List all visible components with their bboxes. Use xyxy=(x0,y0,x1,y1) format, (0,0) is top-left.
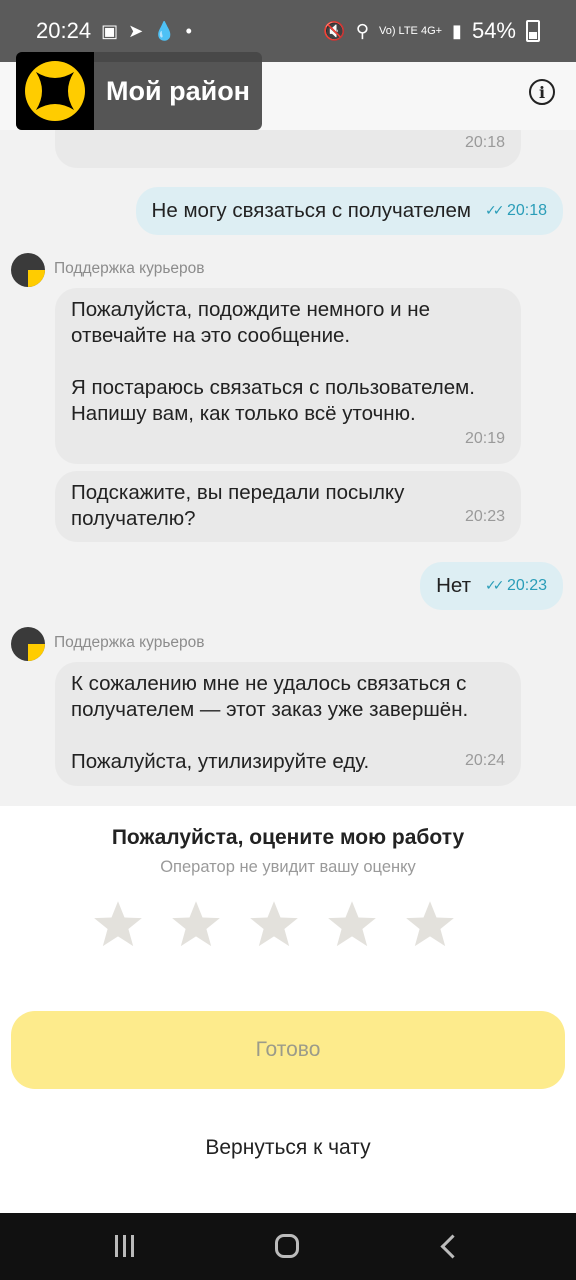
done-button[interactable]: Готово xyxy=(11,1011,565,1089)
back-icon[interactable] xyxy=(440,1234,465,1259)
message-time: 20:19 xyxy=(464,430,505,447)
gallery-icon: ▣ xyxy=(101,21,119,41)
message-text: Пожалуйста, подождите немного и не отвеч… xyxy=(71,298,475,425)
read-check-icon: ✓✓ xyxy=(485,577,505,593)
app-title: Мой район xyxy=(106,75,250,106)
dot-icon: • xyxy=(185,21,192,41)
chat-area[interactable]: 20:18 Не могу связаться с получателем ✓✓… xyxy=(0,130,576,806)
star-icon[interactable] xyxy=(170,898,222,950)
support-avatar xyxy=(11,627,45,661)
battery-icon xyxy=(526,20,540,42)
app-logo-icon xyxy=(25,61,85,121)
rating-sheet: Пожалуйста, оцените мою работу Оператор … xyxy=(0,806,576,1213)
back-to-chat-button[interactable]: Вернуться к чату xyxy=(0,1136,576,1160)
signal-icon: ▮ xyxy=(452,21,462,41)
rating-subtitle: Оператор не увидит вашу оценку xyxy=(160,858,416,876)
location-icon: ⚲ xyxy=(355,21,369,41)
message-text: Нет xyxy=(436,574,472,597)
recent-apps-icon[interactable] xyxy=(115,1235,137,1257)
clock: 20:24 xyxy=(36,18,92,43)
message-text: К сожалению мне не удалось связаться с п… xyxy=(71,672,469,773)
read-check-icon: ✓✓ xyxy=(485,202,505,218)
rating-stars xyxy=(92,898,456,950)
app-title-overlay: Мой район xyxy=(16,52,262,130)
star-icon[interactable] xyxy=(248,898,300,950)
star-icon[interactable] xyxy=(326,898,378,950)
star-icon[interactable] xyxy=(92,898,144,950)
app-logo xyxy=(16,52,94,130)
telegram-icon: ➤ xyxy=(128,21,144,41)
incoming-message: Подскажите, вы передали посылку получате… xyxy=(55,471,521,542)
home-icon[interactable] xyxy=(275,1234,299,1258)
incoming-message: К сожалению мне не удалось связаться с п… xyxy=(55,662,521,786)
message-time: ✓✓ 20:23 xyxy=(485,577,547,594)
message-text: Подскажите, вы передали посылку получате… xyxy=(71,481,405,530)
system-nav-bar xyxy=(0,1213,576,1280)
sender-name: Поддержка курьеров xyxy=(54,260,205,277)
rating-title: Пожалуйста, оцените мою работу xyxy=(111,826,465,849)
drop-icon: 💧 xyxy=(153,21,176,41)
outgoing-message: Не могу связаться с получателем ✓✓ 20:18 xyxy=(135,187,563,235)
mute-icon: 🔇 xyxy=(323,21,346,41)
message-text: Не могу связаться с получателем xyxy=(151,199,472,222)
battery-percent: 54% xyxy=(471,18,516,43)
outgoing-message: Нет ✓✓ 20:23 xyxy=(420,562,563,610)
star-icon[interactable] xyxy=(404,898,456,950)
message-time: 20:18 xyxy=(464,134,505,151)
sender-name: Поддержка курьеров xyxy=(54,634,205,651)
support-avatar xyxy=(11,253,45,287)
message-bubble-partial: 20:18 xyxy=(55,130,521,168)
network-label: Vo) LTE 4G+ xyxy=(378,24,443,37)
message-time: 20:23 xyxy=(464,508,505,525)
message-time: 20:24 xyxy=(464,752,505,769)
message-time: ✓✓ 20:18 xyxy=(485,202,547,219)
incoming-message: Пожалуйста, подождите немного и не отвеч… xyxy=(55,288,521,464)
info-icon[interactable]: i xyxy=(529,79,555,105)
